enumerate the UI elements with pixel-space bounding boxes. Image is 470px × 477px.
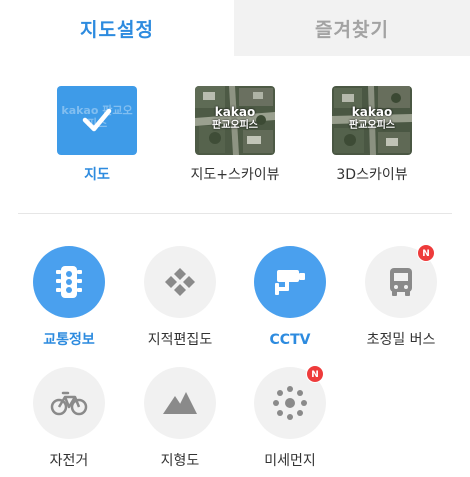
layer-label: 미세먼지 <box>264 453 316 469</box>
layer-toggle <box>33 367 105 439</box>
layer-label: 지형도 <box>160 453 200 469</box>
bus-icon <box>390 268 412 296</box>
layer-bicycle[interactable]: 자전거 <box>14 367 124 471</box>
cadastral-diamonds-icon <box>165 268 195 296</box>
tab-map-settings[interactable]: 지도설정 <box>0 0 234 56</box>
map-type-map-skyview[interactable]: kakao 판교오피스 지도+스카이뷰 <box>165 86 305 185</box>
thumbnail-caption: kakao 판교오피스 <box>349 105 395 132</box>
map-type-options: kakao 판교오피스 지도 kakao 판교오피스 지도+스카이뷰 kakao… <box>0 56 470 214</box>
new-badge: N <box>306 365 324 383</box>
map-type-label: 지도 <box>84 167 110 183</box>
layer-toggle: N <box>365 244 437 318</box>
layer-toggle <box>254 246 326 318</box>
dust-dots-icon <box>273 386 307 420</box>
traffic-light-icon <box>56 266 82 298</box>
new-badge: N <box>417 244 435 262</box>
map-type-3d-skyview[interactable]: kakao 판교오피스 3D스카이뷰 <box>302 86 442 185</box>
layer-fine-dust[interactable]: N 미세먼지 <box>235 365 345 471</box>
layer-label: 지적편집도 <box>147 332 213 348</box>
layer-toggle <box>33 246 105 318</box>
tab-favorites[interactable]: 즐겨찾기 <box>234 0 470 56</box>
bicycle-icon <box>50 391 88 416</box>
mountain-icon <box>163 392 197 414</box>
layer-label: 교통정보 <box>43 332 95 348</box>
map-type-map[interactable]: kakao 판교오피스 지도 <box>27 86 167 185</box>
layer-cctv[interactable]: CCTV <box>235 246 345 350</box>
map-type-label: 3D스카이뷰 <box>336 167 408 183</box>
skyview-thumbnail: kakao 판교오피스 <box>195 86 275 155</box>
layer-precise-bus[interactable]: N 초정밀 버스 <box>346 244 456 350</box>
cctv-camera-icon <box>275 270 305 295</box>
layer-toggle <box>144 246 216 318</box>
layer-traffic[interactable]: 교통정보 <box>14 246 124 350</box>
thumbnail-caption: kakao 판교오피스 <box>212 105 258 132</box>
layer-terrain[interactable]: 지형도 <box>125 367 235 471</box>
layer-label: 초정밀 버스 <box>366 332 436 348</box>
layer-toggle: N <box>254 365 326 439</box>
tab-bar: 지도설정 즐겨찾기 <box>0 0 470 56</box>
3d-skyview-thumbnail: kakao 판교오피스 <box>332 86 412 155</box>
map-layer-options: 교통정보 지적편집도 CCTV N 초정밀 버스 자전거 지형도 N 미세먼지 <box>0 214 470 477</box>
map-type-label: 지도+스카이뷰 <box>190 167 280 183</box>
layer-label: CCTV <box>269 332 311 348</box>
map-thumbnail: kakao 판교오피스 <box>57 86 137 155</box>
layer-cadastral[interactable]: 지적편집도 <box>125 246 235 350</box>
map-settings-panel: 지도설정 즐겨찾기 kakao 판교오피스 지도 kakao 판교오피스 지도+… <box>0 0 470 477</box>
layer-label: 자전거 <box>49 453 89 469</box>
check-icon <box>82 108 112 132</box>
layer-toggle <box>144 367 216 439</box>
